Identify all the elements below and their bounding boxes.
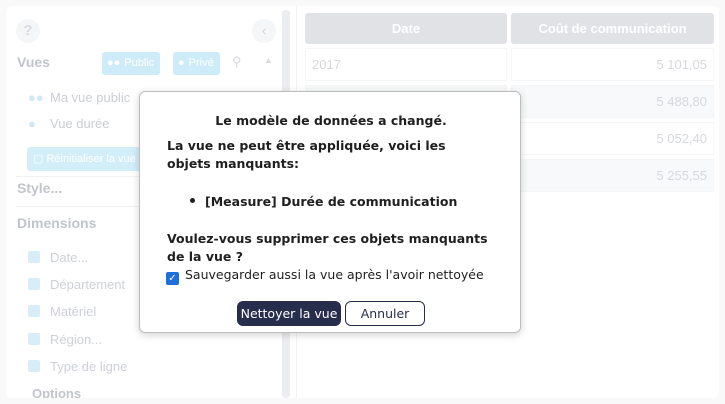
save-view-checkbox-label[interactable]: Sauvegarder aussi la vue après l'avoir n… — [185, 267, 484, 282]
clean-view-button[interactable]: Nettoyer la vue — [237, 301, 341, 326]
cancel-button[interactable]: Annuler — [345, 301, 425, 326]
data-model-changed-dialog: Le modèle de données a changé. La vue ne… — [139, 91, 521, 333]
missing-object-label: [Measure] Durée de communication — [205, 194, 458, 209]
save-view-checkbox[interactable]: ✓ — [166, 272, 179, 285]
dialog-title: Le modèle de données a changé. — [215, 113, 447, 128]
save-view-checkbox-row[interactable]: ✓ Sauvegarder aussi la vue après l'avoir… — [166, 267, 484, 285]
bullet-icon — [190, 198, 195, 203]
dialog-message: La vue ne peut être appliquée, voici les… — [167, 138, 446, 171]
dialog-question: Voulez-vous supprimer ces objets manquan… — [167, 231, 488, 264]
missing-object-item: [Measure] Durée de communication — [190, 194, 457, 209]
